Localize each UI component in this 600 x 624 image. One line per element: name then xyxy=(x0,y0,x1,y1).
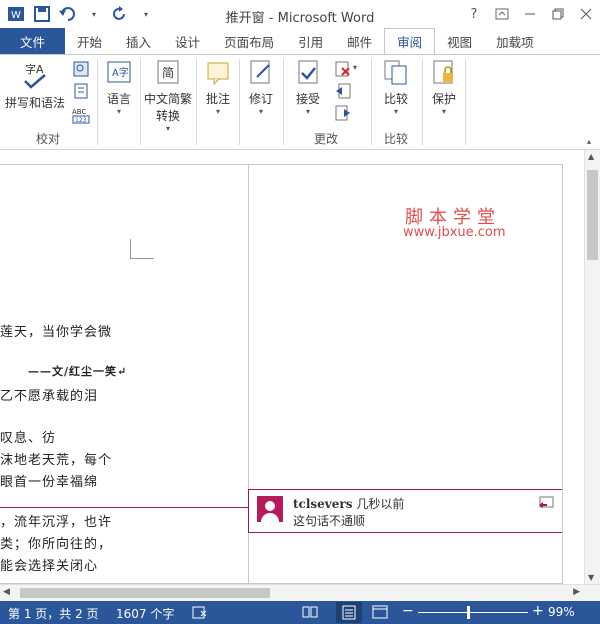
svg-text:字A: 字A xyxy=(25,62,44,76)
thesaurus-icon[interactable] xyxy=(72,83,90,102)
scroll-left-icon[interactable]: ◀ xyxy=(3,587,10,597)
tab-view[interactable]: 视图 xyxy=(435,28,484,54)
print-layout-icon[interactable] xyxy=(336,602,362,623)
protect-button[interactable]: 保护 ▾ xyxy=(426,59,462,116)
tab-mailings[interactable]: 邮件 xyxy=(335,28,384,54)
spelling-icon: 字A xyxy=(24,62,46,89)
document-line[interactable]: 类；你所向往的， xyxy=(0,533,112,552)
document-line[interactable]: ——文/红尘一笑↵ xyxy=(28,363,127,379)
ribbon-separator xyxy=(239,59,240,145)
tab-insert[interactable]: 插入 xyxy=(114,28,163,54)
avatar xyxy=(257,496,283,522)
zoom-in-button[interactable]: + xyxy=(532,603,544,619)
zoom-level[interactable]: 99% xyxy=(548,605,575,619)
scroll-down-icon[interactable]: ▼ xyxy=(588,573,594,582)
zoom-slider-thumb[interactable] xyxy=(467,606,470,619)
group-changes: 接受 ▾ ▾ 更改 xyxy=(284,55,368,151)
help-button[interactable]: ? xyxy=(460,0,488,28)
tab-design[interactable]: 设计 xyxy=(163,28,212,54)
read-mode-icon[interactable] xyxy=(302,605,318,622)
svg-text:A字: A字 xyxy=(112,66,129,79)
chinese-conversion-button[interactable]: 简 中文简繁 转换 ▾ xyxy=(142,59,194,133)
comment-text[interactable]: 这句话不通顺 xyxy=(293,512,365,529)
group-proofing: 字A 拼写和语法 ABC 123 校对 xyxy=(0,55,96,151)
previous-change-icon[interactable] xyxy=(334,83,352,102)
comment-author: tclsevers xyxy=(293,497,353,511)
tab-home[interactable]: 开始 xyxy=(65,28,114,54)
ribbon-separator xyxy=(140,59,141,145)
ribbon-separator xyxy=(422,59,423,145)
comments-button[interactable]: 批注 ▾ xyxy=(200,59,236,116)
document-line[interactable]: 眼首一份幸福绵 xyxy=(0,471,98,490)
ribbon-separator xyxy=(196,59,197,145)
research-icon[interactable] xyxy=(72,61,90,80)
reply-comment-icon[interactable] xyxy=(538,496,554,513)
document-page[interactable]: 莲天，当你学会微 ——文/红尘一笑↵ 乙不愿承载的泪 叹息、彷 沫地老天荒，每个… xyxy=(0,164,563,584)
document-line[interactable]: 乙不愿承载的泪 xyxy=(0,385,98,404)
scroll-thumb[interactable] xyxy=(587,170,598,260)
svg-text:ABC: ABC xyxy=(72,108,86,116)
comment-connector-line xyxy=(0,507,248,508)
horizontal-scroll-thumb[interactable] xyxy=(20,588,270,598)
svg-text:123: 123 xyxy=(75,117,87,124)
document-line[interactable]: 莲天，当你学会微 xyxy=(0,321,112,340)
lock-icon xyxy=(433,60,453,84)
tab-page-layout[interactable]: 页面布局 xyxy=(212,28,286,54)
margin-crop-mark xyxy=(130,239,154,259)
language-button[interactable]: A字 语言 ▾ xyxy=(101,59,137,116)
document-line[interactable]: ，流年沉浮，也许 xyxy=(0,511,112,530)
comment-time: 几秒以前 xyxy=(356,497,405,511)
tab-references[interactable]: 引用 xyxy=(286,28,335,54)
scroll-up-icon[interactable]: ▲ xyxy=(588,152,594,161)
close-icon[interactable] xyxy=(572,0,600,28)
ribbon: 字A 拼写和语法 ABC 123 校对 A字 语言 ▾ 简 中文简繁 转换 ▾ 批… xyxy=(0,54,600,150)
zoom-slider[interactable] xyxy=(418,612,528,613)
track-changes-button[interactable]: 修订 ▾ xyxy=(243,59,279,116)
zoom-out-button[interactable]: − xyxy=(402,603,414,619)
document-area[interactable]: 莲天，当你学会微 ——文/红尘一笑↵ 乙不愿承载的泪 叹息、彷 沫地老天荒，每个… xyxy=(0,150,584,584)
compare-icon xyxy=(384,60,407,85)
spelling-grammar-button[interactable]: 字A 拼写和语法 xyxy=(4,59,66,111)
ribbon-separator xyxy=(465,59,466,145)
word-count-icon[interactable]: ABC 123 xyxy=(70,105,92,128)
comment-balloon[interactable]: tclsevers 几秒以前 这句话不通顺 xyxy=(248,489,562,533)
status-bar: 第 1 页，共 2 页 1607 个字 − + 99% xyxy=(0,601,600,624)
word-count[interactable]: 1607 个字 xyxy=(116,605,174,622)
group-label-compare: 比较 xyxy=(383,132,408,146)
comment-icon xyxy=(207,62,229,86)
collapse-ribbon-icon[interactable]: ▴ xyxy=(582,133,596,147)
proofing-status-icon[interactable] xyxy=(192,606,208,622)
web-layout-icon[interactable] xyxy=(372,605,388,622)
ribbon-separator xyxy=(97,59,98,145)
ribbon-display-options-icon[interactable] xyxy=(488,0,516,28)
compare-button[interactable]: 比较 ▾ xyxy=(378,59,414,116)
reject-dropdown-icon[interactable]: ▾ xyxy=(350,59,360,73)
watermark-url: www.jbxue.com xyxy=(403,225,506,240)
group-compare: 比较 ▾ 比较 xyxy=(372,55,420,151)
tab-review[interactable]: 审阅 xyxy=(384,28,436,54)
minimize-icon[interactable] xyxy=(516,0,544,28)
group-label-changes: 更改 xyxy=(313,132,338,146)
document-line[interactable]: 能会选择关闭心 xyxy=(0,555,98,574)
horizontal-scrollbar[interactable]: ◀ ▶ xyxy=(0,584,600,601)
ribbon-tabs: 文件 开始 插入 设计 页面布局 引用 邮件 审阅 视图 加载项 xyxy=(0,28,600,54)
language-icon: A字 xyxy=(107,61,131,83)
next-change-icon[interactable] xyxy=(334,105,352,124)
track-changes-icon xyxy=(250,60,270,84)
scroll-right-icon[interactable]: ▶ xyxy=(573,587,580,597)
document-line[interactable]: 沫地老天荒，每个 xyxy=(0,449,112,468)
accept-button[interactable]: 接受 ▾ xyxy=(290,59,326,116)
document-line[interactable]: 叹息、彷 xyxy=(0,427,56,446)
page-count[interactable]: 第 1 页，共 2 页 xyxy=(8,605,99,622)
title-bar: W ▾ ▾ 推开窗 - Microsoft Word ? xyxy=(0,0,600,28)
accept-icon xyxy=(298,60,318,84)
group-label-proofing: 校对 xyxy=(35,132,60,146)
tab-addins[interactable]: 加载项 xyxy=(484,28,546,54)
chinese-conversion-icon: 简 xyxy=(157,60,179,84)
tab-file[interactable]: 文件 xyxy=(0,28,66,54)
restore-icon[interactable] xyxy=(544,0,572,28)
vertical-scrollbar[interactable]: ▲ ▼ xyxy=(584,150,600,584)
svg-text:简: 简 xyxy=(162,66,174,80)
